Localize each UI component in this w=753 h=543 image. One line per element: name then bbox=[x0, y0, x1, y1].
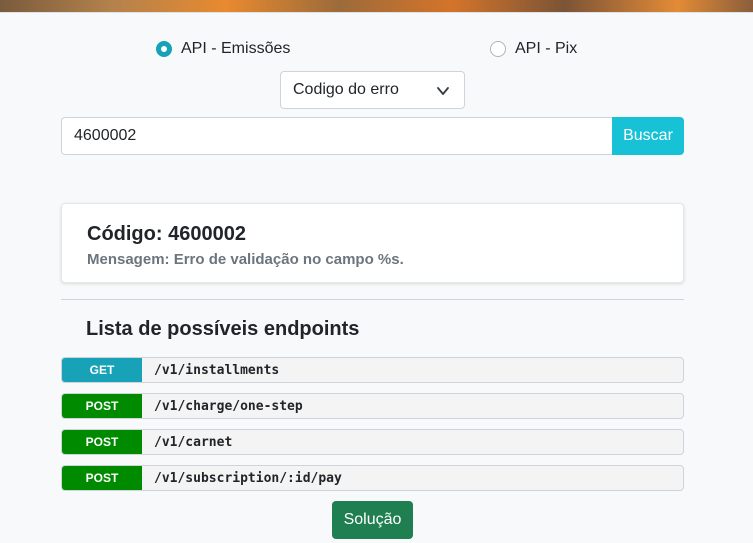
radio-unchecked-icon bbox=[490, 41, 506, 57]
endpoint-row[interactable]: POST /v1/subscription/:id/pay bbox=[61, 465, 684, 491]
endpoint-row[interactable]: POST /v1/carnet bbox=[61, 429, 684, 455]
method-badge: POST bbox=[62, 466, 142, 490]
divider bbox=[61, 299, 684, 300]
api-selector: API - Emissões API - Pix bbox=[0, 40, 753, 60]
error-code: Código: 4600002 bbox=[87, 223, 246, 245]
chevron-down-icon bbox=[437, 87, 449, 95]
search-input[interactable] bbox=[61, 117, 612, 155]
search-bar: Buscar bbox=[61, 117, 684, 155]
endpoint-row[interactable]: GET /v1/installments bbox=[61, 357, 684, 383]
endpoint-path: /v1/charge/one-step bbox=[154, 398, 303, 414]
result-card: Código: 4600002 Mensagem: Erro de valida… bbox=[61, 203, 684, 283]
header-banner-image bbox=[0, 0, 753, 13]
radio-label: API - Emissões bbox=[181, 40, 291, 57]
error-message: Mensagem: Erro de validação no campo %s. bbox=[87, 251, 404, 268]
endpoint-path: /v1/carnet bbox=[154, 434, 233, 450]
endpoint-path: /v1/installments bbox=[154, 362, 280, 378]
radio-api-pix[interactable]: API - Pix bbox=[490, 40, 577, 58]
method-badge: GET bbox=[62, 358, 142, 382]
select-value: Codigo do erro bbox=[293, 81, 399, 98]
endpoint-row[interactable]: POST /v1/charge/one-step bbox=[61, 393, 684, 419]
radio-checked-icon bbox=[156, 41, 172, 57]
endpoint-path: /v1/subscription/:id/pay bbox=[154, 470, 342, 486]
method-badge: POST bbox=[62, 394, 142, 418]
endpoints-title: Lista de possíveis endpoints bbox=[86, 318, 360, 340]
search-button[interactable]: Buscar bbox=[612, 117, 684, 155]
method-badge: POST bbox=[62, 430, 142, 454]
radio-api-emissoes[interactable]: API - Emissões bbox=[156, 40, 290, 58]
radio-label: API - Pix bbox=[515, 40, 578, 57]
search-type-select[interactable]: Codigo do erro bbox=[280, 71, 465, 109]
solution-button[interactable]: Solução bbox=[332, 501, 413, 539]
